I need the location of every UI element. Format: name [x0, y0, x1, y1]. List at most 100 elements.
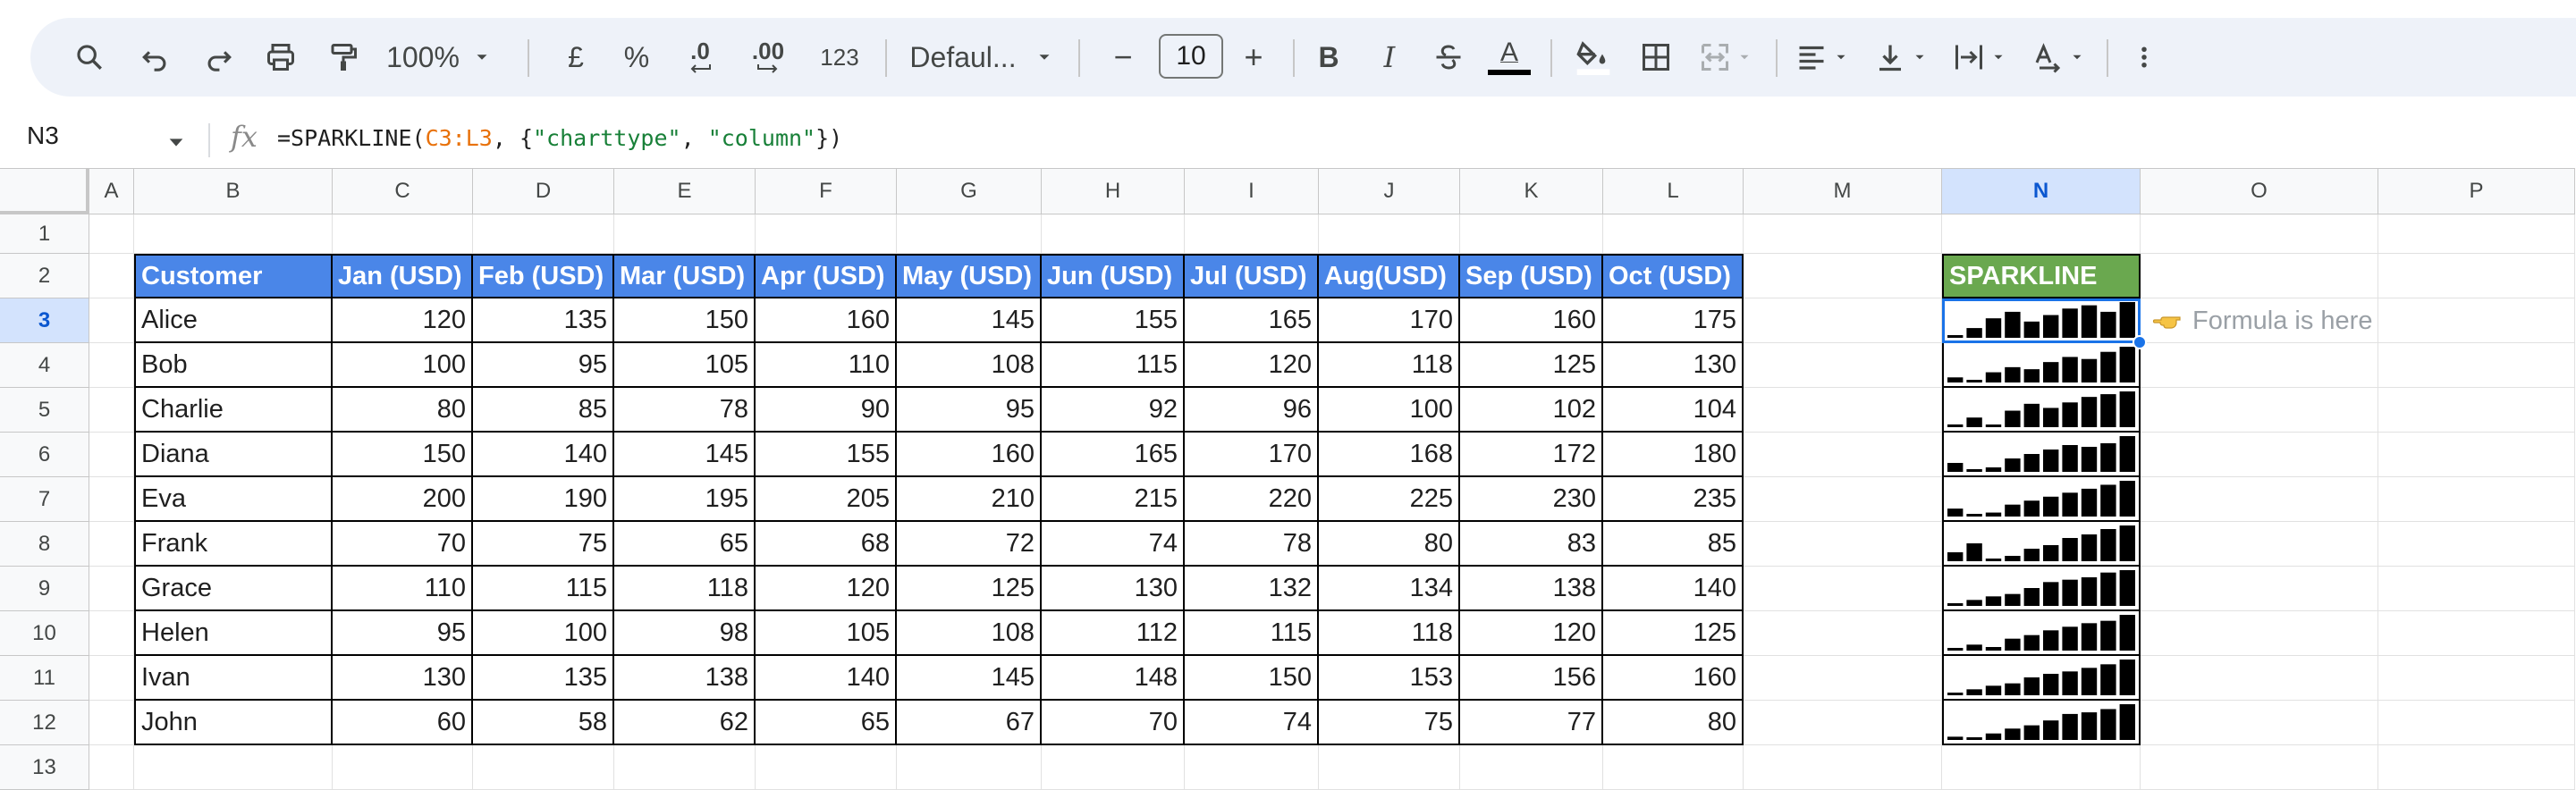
grid-cell[interactable] — [1185, 214, 1319, 254]
grid-cell[interactable] — [2378, 433, 2575, 477]
row-header-10[interactable]: 10 — [0, 611, 89, 656]
grid-cell[interactable] — [1744, 433, 1942, 477]
row-header-6[interactable]: 6 — [0, 433, 89, 477]
column-header-j[interactable]: J — [1319, 168, 1460, 214]
table-header-cell[interactable]: Oct (USD) — [1603, 254, 1744, 298]
customer-name-cell[interactable]: Eva — [134, 477, 333, 522]
grid-cell[interactable] — [2141, 701, 2378, 745]
value-cell[interactable]: 100 — [473, 611, 614, 656]
value-cell[interactable]: 125 — [897, 567, 1042, 611]
value-cell[interactable]: 60 — [333, 701, 473, 745]
customer-name-cell[interactable]: Bob — [134, 343, 333, 388]
value-cell[interactable]: 148 — [1042, 656, 1185, 701]
value-cell[interactable]: 58 — [473, 701, 614, 745]
grid-cell[interactable] — [89, 567, 134, 611]
grid-cell[interactable] — [2378, 611, 2575, 656]
grid-cell[interactable] — [89, 433, 134, 477]
grid-cell[interactable] — [1744, 656, 1942, 701]
grid-cell[interactable] — [473, 214, 614, 254]
value-cell[interactable]: 80 — [1603, 701, 1744, 745]
value-cell[interactable]: 92 — [1042, 388, 1185, 433]
sparkline-cell[interactable] — [1942, 701, 2141, 745]
value-cell[interactable]: 108 — [897, 611, 1042, 656]
sparkline-header-cell[interactable]: SPARKLINE — [1942, 254, 2141, 298]
value-cell[interactable]: 65 — [614, 522, 756, 567]
value-cell[interactable]: 70 — [1042, 701, 1185, 745]
grid-cell[interactable] — [2141, 343, 2378, 388]
column-header-i[interactable]: I — [1185, 168, 1319, 214]
value-cell[interactable]: 70 — [333, 522, 473, 567]
row-header-7[interactable]: 7 — [0, 477, 89, 522]
value-cell[interactable]: 100 — [1319, 388, 1460, 433]
grid-cell[interactable] — [2378, 656, 2575, 701]
value-cell[interactable]: 85 — [1603, 522, 1744, 567]
decrease-decimal-button[interactable]: .0 — [671, 18, 730, 97]
grid-cell[interactable] — [1744, 567, 1942, 611]
row-header-11[interactable]: 11 — [0, 656, 89, 701]
value-cell[interactable]: 195 — [614, 477, 756, 522]
grid-cell[interactable] — [473, 745, 614, 790]
text-wrapping-button[interactable] — [1944, 18, 2015, 97]
value-cell[interactable]: 225 — [1319, 477, 1460, 522]
customer-name-cell[interactable]: John — [134, 701, 333, 745]
column-header-d[interactable]: D — [473, 168, 614, 214]
row-header-13[interactable]: 13 — [0, 745, 89, 790]
column-header-g[interactable]: G — [897, 168, 1042, 214]
value-cell[interactable]: 95 — [473, 343, 614, 388]
zoom-select[interactable]: 100% — [381, 18, 497, 97]
row-header-5[interactable]: 5 — [0, 388, 89, 433]
table-header-cell[interactable]: Jan (USD) — [333, 254, 473, 298]
grid-cell[interactable] — [1744, 388, 1942, 433]
grid-cell[interactable] — [614, 214, 756, 254]
value-cell[interactable]: 72 — [897, 522, 1042, 567]
grid-cell[interactable] — [756, 214, 897, 254]
value-cell[interactable]: 120 — [756, 567, 897, 611]
value-cell[interactable]: 155 — [1042, 298, 1185, 343]
grid-cell[interactable] — [89, 522, 134, 567]
value-cell[interactable]: 190 — [473, 477, 614, 522]
formula-input[interactable]: =SPARKLINE(C3:L3, {"charttype", "column"… — [277, 125, 842, 151]
grid-cell[interactable] — [1744, 343, 1942, 388]
customer-name-cell[interactable]: Alice — [134, 298, 333, 343]
value-cell[interactable]: 130 — [1603, 343, 1744, 388]
table-header-cell[interactable]: Sep (USD) — [1460, 254, 1603, 298]
sparkline-cell[interactable] — [1942, 433, 2141, 477]
column-header-o[interactable]: O — [2141, 168, 2378, 214]
value-cell[interactable]: 135 — [473, 298, 614, 343]
value-cell[interactable]: 150 — [333, 433, 473, 477]
percent-format-button[interactable]: % — [610, 18, 663, 97]
row-header-9[interactable]: 9 — [0, 567, 89, 611]
value-cell[interactable]: 168 — [1319, 433, 1460, 477]
grid-cell[interactable] — [1042, 214, 1185, 254]
name-box[interactable]: N3 — [27, 122, 59, 150]
grid-cell[interactable] — [1603, 745, 1744, 790]
value-cell[interactable]: 96 — [1185, 388, 1319, 433]
grid-cell[interactable] — [2141, 433, 2378, 477]
grid-cell[interactable] — [2378, 298, 2575, 343]
value-cell[interactable]: 215 — [1042, 477, 1185, 522]
value-cell[interactable]: 132 — [1185, 567, 1319, 611]
value-cell[interactable]: 115 — [1042, 343, 1185, 388]
value-cell[interactable]: 135 — [473, 656, 614, 701]
grid-cell[interactable] — [2141, 214, 2378, 254]
grid-cell[interactable] — [2378, 522, 2575, 567]
customer-name-cell[interactable]: Grace — [134, 567, 333, 611]
value-cell[interactable]: 108 — [897, 343, 1042, 388]
value-cell[interactable]: 160 — [897, 433, 1042, 477]
paint-format-button[interactable] — [317, 18, 370, 97]
sparkline-cell[interactable] — [1942, 343, 2141, 388]
grid-cell[interactable] — [2378, 254, 2575, 298]
table-header-cell[interactable]: Apr (USD) — [756, 254, 897, 298]
value-cell[interactable]: 210 — [897, 477, 1042, 522]
column-header-b[interactable]: B — [134, 168, 333, 214]
grid-cell[interactable] — [89, 701, 134, 745]
value-cell[interactable]: 85 — [473, 388, 614, 433]
value-cell[interactable]: 112 — [1042, 611, 1185, 656]
grid-cell[interactable] — [1942, 214, 2141, 254]
select-all-corner[interactable] — [0, 168, 89, 214]
table-header-cell[interactable]: Jun (USD) — [1042, 254, 1185, 298]
row-header-8[interactable]: 8 — [0, 522, 89, 567]
italic-button[interactable]: I — [1363, 18, 1416, 97]
column-header-p[interactable]: P — [2378, 168, 2575, 214]
value-cell[interactable]: 220 — [1185, 477, 1319, 522]
